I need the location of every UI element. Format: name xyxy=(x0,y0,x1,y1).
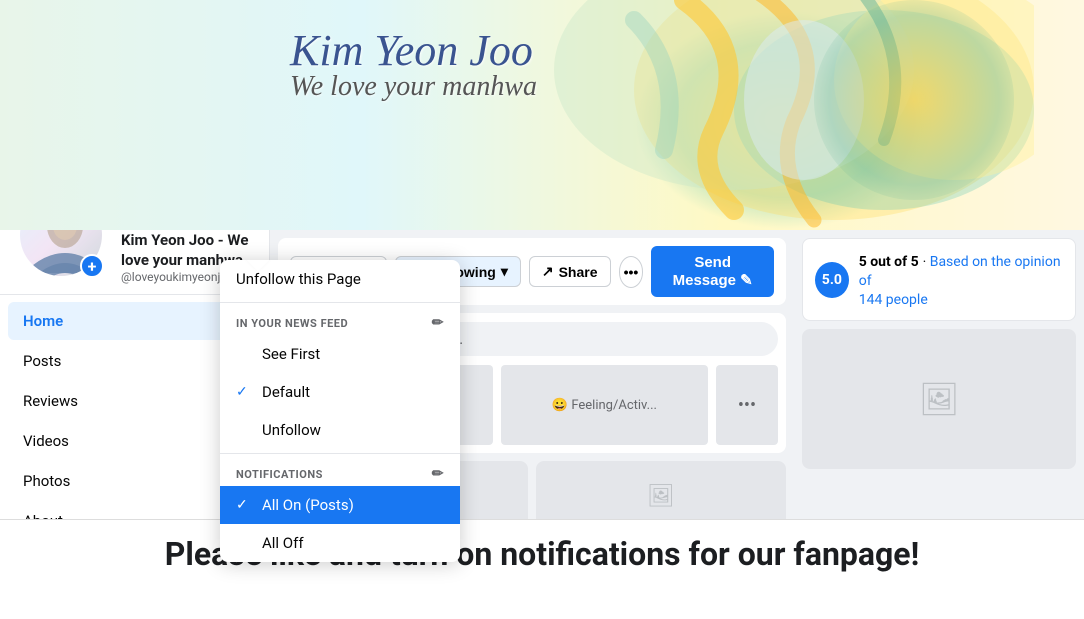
sidebar-item-label: Photos xyxy=(23,472,70,490)
edit-notifications-icon[interactable]: ✏ xyxy=(432,466,444,482)
edit-news-feed-icon[interactable]: ✏ xyxy=(432,315,444,331)
sidebar-item-label: Videos xyxy=(23,432,69,450)
feed-image-2: 🖼 xyxy=(536,461,786,519)
default-check-icon: ✓ xyxy=(236,384,252,400)
image-placeholder-icon-2: 🖼 xyxy=(647,484,675,509)
default-label: Default xyxy=(262,383,310,401)
all-on-label: All On (Posts) xyxy=(262,496,354,514)
sidebar-item-label: Posts xyxy=(23,352,61,370)
divider-2 xyxy=(220,453,460,454)
feeling-activity-button[interactable]: 😀 Feeling/Activ... xyxy=(501,365,708,445)
more-actions-icon: ••• xyxy=(738,395,756,416)
sidebar-item-label: Reviews xyxy=(23,392,78,410)
rating-count: 144 people xyxy=(859,292,928,308)
rating-dot: · xyxy=(923,254,930,270)
following-dropdown: Unfollow this Page IN YOUR NEWS FEED ✏ S… xyxy=(220,260,460,562)
cover-photo: Kim Yeon Joo We love your manhwa xyxy=(0,0,1084,230)
following-dropdown-arrow: ▾ xyxy=(501,263,508,280)
more-icon: ••• xyxy=(624,264,639,280)
share-label: Share xyxy=(559,264,598,280)
add-photo-button[interactable]: + xyxy=(80,254,104,278)
rating-details: 5 out of 5 · Based on the opinion of 144… xyxy=(859,251,1063,308)
rating-badge: 5.0 xyxy=(815,262,849,298)
all-off-option[interactable]: All Off xyxy=(220,524,460,562)
rating-widget: 5.0 5 out of 5 · Based on the opinion of… xyxy=(802,238,1076,321)
right-image-placeholder: 🖼 xyxy=(802,329,1076,469)
send-message-button[interactable]: Send Message ✎ xyxy=(651,246,774,297)
profile-avatar-container: + xyxy=(16,230,106,280)
share-button[interactable]: ↗ Share xyxy=(529,256,611,287)
cover-page-title: Kim Yeon Joo xyxy=(290,25,537,76)
news-feed-section-label: IN YOUR NEWS FEED ✏ xyxy=(220,307,460,335)
sidebar-item-label: Home xyxy=(23,312,63,330)
all-on-check-icon: ✓ xyxy=(236,497,252,513)
feeling-label: 😀 Feeling/Activ... xyxy=(552,398,657,413)
unfollow-option[interactable]: Unfollow xyxy=(220,411,460,449)
more-button[interactable]: ••• xyxy=(619,256,644,288)
right-image-icon: 🖼 xyxy=(919,380,960,418)
see-first-label: See First xyxy=(262,345,320,363)
unfollow-page-label: Unfollow this Page xyxy=(236,270,361,288)
all-off-label: All Off xyxy=(262,534,304,552)
divider-1 xyxy=(220,302,460,303)
see-first-option[interactable]: See First xyxy=(220,335,460,373)
rating-score-value: 5.0 xyxy=(822,272,842,288)
sidebar-item-label: About xyxy=(23,512,63,519)
rating-out-of: 5 out of 5 xyxy=(859,254,919,270)
more-actions-button[interactable]: ••• xyxy=(716,365,778,445)
send-message-label: Send Message ✎ xyxy=(671,254,754,289)
all-on-option[interactable]: ✓ All On (Posts) xyxy=(220,486,460,524)
right-panel: 5.0 5 out of 5 · Based on the opinion of… xyxy=(794,230,1084,519)
unfollow-label: Unfollow xyxy=(262,421,321,439)
share-icon: ↗ xyxy=(542,263,554,280)
default-option[interactable]: ✓ Default xyxy=(220,373,460,411)
cover-page-subtitle: We love your manhwa xyxy=(290,71,537,103)
bottom-text-banner: Please like and turn on notifications fo… xyxy=(0,519,1084,588)
notifications-section-label: NOTIFICATIONS ✏ xyxy=(220,458,460,486)
